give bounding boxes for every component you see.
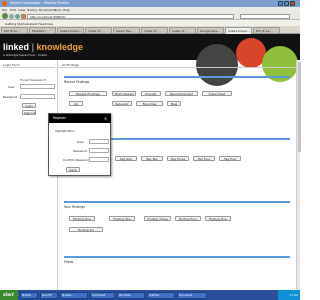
site-tagline: a linkedge based tool - linked <box>3 53 48 57</box>
bookmark-latest-headlines[interactable]: Latest Headlines <box>28 22 53 26</box>
reload-icon[interactable] <box>15 13 20 19</box>
s1-button-1[interactable]: Recent Findings <box>69 91 107 96</box>
url-input[interactable]: http://localhost:8080/lk/ <box>27 13 234 19</box>
signup-button[interactable]: Sign Up <box>22 110 36 115</box>
tab-4[interactable]: Index of... <box>85 27 112 34</box>
bookmark-getting-started[interactable]: Getting Started <box>5 22 28 26</box>
task-1[interactable]: Mozilla <box>20 291 38 299</box>
window-title: linked knowledge - Mozilla Firefox <box>10 1 69 5</box>
s2-button-5[interactable]: Tag Five <box>219 156 241 161</box>
scrollbar-thumb[interactable] <box>297 62 301 152</box>
login-user-field[interactable] <box>20 84 55 89</box>
back-icon[interactable] <box>2 13 8 19</box>
tab-9[interactable]: linked knowl... <box>225 27 252 34</box>
dialog-save-button[interactable]: Save <box>66 167 80 172</box>
tab-6[interactable]: Index of... <box>141 27 168 34</box>
logo-text-knowledge: knowledge <box>36 42 84 52</box>
firefox-icon <box>2 1 7 6</box>
s3-button-4[interactable]: Finding Four <box>175 216 201 221</box>
login-password-label: Password <box>3 95 18 99</box>
tab-5[interactable]: Alexa Top... <box>113 27 140 34</box>
task-7[interactable]: Document <box>177 291 207 299</box>
s3-button-3[interactable]: Finding Three <box>144 216 171 221</box>
s1-button-4[interactable]: Recommended <box>165 91 198 96</box>
maximize-button[interactable] <box>284 1 289 6</box>
minimize-button[interactable] <box>278 1 283 6</box>
forward-icon[interactable] <box>9 13 14 19</box>
tab-2[interactable]: Mozilla F... <box>29 27 56 34</box>
page-scrollbar[interactable] <box>296 60 301 290</box>
dialog-password-label: Password <box>73 149 88 153</box>
window-titlebar: linked knowledge - Mozilla Firefox <box>0 0 300 7</box>
s3-button-2[interactable]: Finding Two <box>109 216 135 221</box>
section-bar-recent <box>64 76 290 78</box>
s3-button-5[interactable]: Finding Five <box>205 216 231 221</box>
s2-button-1[interactable]: Tag One <box>115 156 137 161</box>
tab-8[interactable]: Google Sea... <box>197 27 224 34</box>
dialog-heading: Identification <box>55 129 75 133</box>
task-2[interactable]: Java EE <box>40 291 58 299</box>
start-button[interactable]: start <box>0 290 18 300</box>
register-dialog: Register × Identification User Password … <box>48 113 111 176</box>
login-button[interactable]: Login <box>22 103 36 108</box>
tab-strip: Ext JS Gr... Mozilla F... linked knowl..… <box>0 26 300 34</box>
login-user-label: User <box>8 85 15 89</box>
dialog-title: Register <box>49 114 111 123</box>
s1-button-2[interactable]: Most Viewed <box>112 91 136 96</box>
login-divider <box>3 67 55 68</box>
tab-1[interactable]: Ext JS Gr... <box>1 27 28 34</box>
section-title-recent: Recent Findings <box>64 80 90 84</box>
tab-3[interactable]: linked knowl... <box>57 27 84 34</box>
task-5[interactable]: Windows <box>117 291 145 299</box>
s2-button-2[interactable]: Tag Two <box>141 156 163 161</box>
dialog-password-field[interactable] <box>89 148 109 153</box>
s1-button-8[interactable]: Favorites <box>136 101 163 106</box>
task-6[interactable]: Untitled <box>147 291 175 299</box>
s1-button-7[interactable]: Relevant <box>112 101 132 106</box>
task-4[interactable]: Command <box>90 291 115 299</box>
logo-text-linked: linked <box>3 42 30 52</box>
s3-button-6[interactable]: Finding Six <box>69 227 103 232</box>
section-bar-feeds <box>64 256 290 258</box>
login-password-field[interactable] <box>20 94 55 99</box>
s2-button-4[interactable]: Tag Four <box>193 156 215 161</box>
home-icon[interactable] <box>21 13 26 19</box>
windows-taskbar: start Mozilla Java EE Mozilla... Command… <box>0 290 300 300</box>
section-title-your-findings: Your Findings <box>64 205 85 209</box>
forgot-password-link[interactable]: Forgot Password? <box>20 78 46 82</box>
s1-button-5[interactable]: Subscribed <box>202 91 232 96</box>
task-3[interactable]: Mozilla... <box>60 291 88 299</box>
s1-button-3[interactable]: Popular <box>141 91 161 96</box>
dialog-user-label: User <box>77 140 84 144</box>
tab-7[interactable]: Index of... <box>169 27 196 34</box>
navigation-bar: http://localhost:8080/lk/ <box>0 12 300 20</box>
close-button[interactable] <box>290 1 295 6</box>
tab-10[interactable]: Ext JS Sa... <box>253 27 280 34</box>
dialog-close-icon[interactable]: × <box>103 116 108 121</box>
dialog-confirm-field[interactable] <box>89 157 109 162</box>
s1-button-6[interactable]: All <box>69 101 83 106</box>
dialog-confirm-label: Confirm Password <box>63 158 90 162</box>
section-bar-your-findings <box>64 201 290 203</box>
search-input[interactable] <box>240 13 290 19</box>
section-title-feeds: Feeds <box>64 260 74 264</box>
main-divider <box>59 67 296 68</box>
site-header: linked | knowledge a linkedge based tool… <box>0 34 300 86</box>
dialog-user-field[interactable] <box>89 139 109 144</box>
s2-button-3[interactable]: Tag Three <box>167 156 189 161</box>
site-logo: linked | knowledge <box>3 42 84 52</box>
s1-button-9[interactable]: New <box>167 101 181 106</box>
s3-button-1[interactable]: Finding One <box>69 216 95 221</box>
system-tray-clock: 17:42 <box>278 290 300 300</box>
